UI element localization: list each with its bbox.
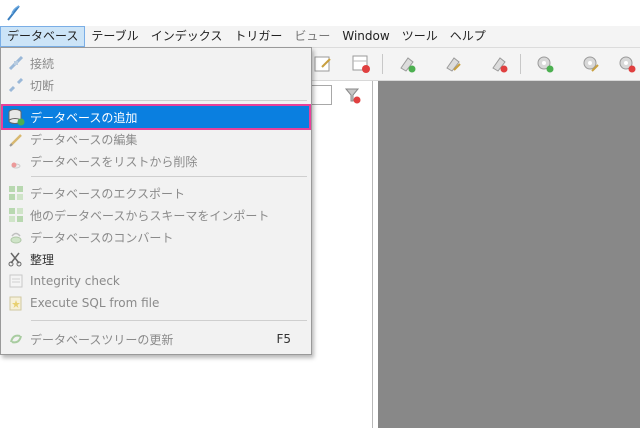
menu-view[interactable]: ビュー (288, 26, 336, 47)
add-trigger-icon[interactable] (534, 53, 556, 75)
menu-item-label: データベースの追加 (30, 110, 138, 125)
menu-item-label: データベースツリーの更新 (30, 332, 174, 347)
clear-filter-icon[interactable] (342, 85, 362, 105)
menu-item-label: 接続 (30, 56, 55, 71)
delete-table-icon[interactable] (350, 53, 372, 75)
menu-window[interactable]: Window (336, 26, 395, 47)
execute-sql-file-icon (9, 296, 22, 311)
edit-database-icon (9, 134, 22, 147)
import-schema-icon (9, 208, 23, 222)
menu-item-export-database[interactable]: データベースのエクスポート (3, 182, 309, 204)
menu-item-import-schema[interactable]: 他のデータベースからスキーマをインポート (3, 204, 309, 226)
add-index-icon[interactable] (396, 53, 418, 75)
disconnect-icon (8, 77, 24, 93)
menu-table[interactable]: テーブル (85, 26, 144, 47)
menu-item-label: 整理 (30, 252, 55, 267)
menu-item-label: データベースのコンバート (30, 230, 174, 245)
delete-trigger-icon[interactable] (616, 53, 638, 75)
menu-item-remove-database[interactable]: データベースをリストから削除 (3, 150, 309, 172)
menu-item-vacuum[interactable]: 整理 (3, 248, 309, 270)
menu-item-integrity-check[interactable]: Integrity check (3, 270, 309, 292)
menu-item-refresh-tree[interactable]: データベースツリーの更新 F5 (3, 328, 309, 350)
add-database-icon (8, 109, 25, 126)
app-feather-icon (7, 5, 20, 21)
menu-item-label: データベースの編集 (30, 132, 138, 147)
menu-item-label: データベースをリストから削除 (30, 154, 198, 169)
export-database-icon (9, 186, 23, 200)
database-menu-dropdown: 接続 切断 データベースの追加 データベースの編集 データベースをリストから削除… (0, 47, 312, 355)
menu-item-label: Integrity check (30, 274, 120, 288)
menu-item-label: 他のデータベースからスキーマをインポート (30, 208, 270, 223)
convert-database-icon (10, 232, 22, 244)
toolbar-separator (382, 54, 383, 74)
menu-item-add-database[interactable]: データベースの追加 (1, 104, 311, 130)
mdi-workspace (378, 81, 640, 428)
refresh-tree-icon (10, 334, 22, 344)
menu-item-label: データベースのエクスポート (30, 186, 186, 201)
integrity-check-icon (9, 274, 23, 288)
menu-item-convert-database[interactable]: データベースのコンバート (3, 226, 309, 248)
menu-help[interactable]: ヘルプ (444, 26, 492, 47)
menu-trigger[interactable]: トリガー (228, 26, 288, 47)
title-bar (0, 0, 640, 26)
delete-index-icon[interactable] (488, 53, 510, 75)
menu-index[interactable]: インデックス (145, 26, 229, 47)
menu-tools[interactable]: ツール (396, 26, 444, 47)
vacuum-icon (8, 252, 22, 267)
remove-database-icon (11, 162, 21, 169)
menu-item-execute-sql-file[interactable]: Execute SQL from file (3, 292, 309, 314)
menu-database[interactable]: データベース (0, 26, 86, 47)
menu-separator (31, 320, 307, 321)
menu-item-label: Execute SQL from file (30, 296, 160, 310)
menu-separator (31, 176, 307, 177)
connect-icon (8, 55, 24, 71)
edit-index-icon[interactable] (442, 53, 464, 75)
menu-item-disconnect[interactable]: 切断 (3, 74, 309, 96)
menu-item-edit-database[interactable]: データベースの編集 (3, 128, 309, 150)
menu-bar: データベース テーブル インデックス トリガー ビュー Window ツール ヘ… (0, 26, 640, 48)
menu-item-connect[interactable]: 接続 (3, 52, 309, 74)
edit-trigger-icon[interactable] (580, 53, 602, 75)
menu-separator (31, 100, 307, 101)
menu-item-shortcut: F5 (276, 332, 291, 346)
toolbar-separator (520, 54, 521, 74)
menu-item-label: 切断 (30, 78, 55, 93)
edit-table-icon[interactable] (312, 53, 334, 75)
